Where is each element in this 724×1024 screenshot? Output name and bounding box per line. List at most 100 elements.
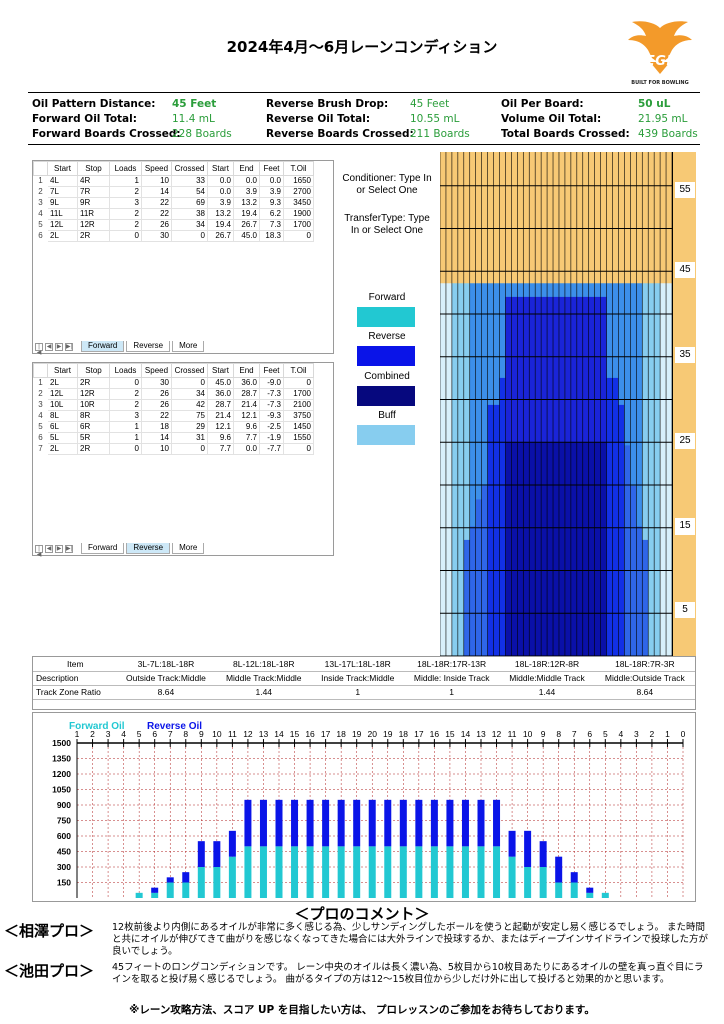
forward-cell[interactable]: 34 [171,219,208,231]
reverse-cell[interactable]: 2R [77,377,110,389]
reverse-cell[interactable]: -1.9 [259,432,284,444]
forward-cell[interactable]: 11L [47,208,78,220]
reverse-cell[interactable]: 0 [109,377,142,389]
reverse-cell[interactable]: 1 [109,432,142,444]
forward-cell[interactable]: 0.0 [207,175,234,187]
forward-header-6[interactable]: End [233,161,260,176]
prev-sheet-icon[interactable]: ◀ [45,544,53,553]
reverse-cell[interactable]: 75 [171,410,208,422]
reverse-cell[interactable]: 12L [47,388,78,400]
forward-cell[interactable]: 13.2 [207,208,234,220]
reverse-cell[interactable]: 6L [47,421,78,433]
reverse-cell[interactable]: 0 [283,443,314,455]
reverse-header-1[interactable]: Stop [77,363,110,378]
forward-cell[interactable]: 2 [109,186,142,198]
reverse-header-7[interactable]: Feet [259,363,284,378]
forward-cell[interactable]: 13.2 [233,197,260,209]
forward-cell[interactable]: 54 [171,186,208,198]
reverse-cell[interactable]: -2.5 [259,421,284,433]
tab-more[interactable]: More [172,341,205,352]
reverse-cell[interactable]: 14 [141,432,172,444]
forward-cell[interactable]: 7R [77,186,110,198]
reverse-cell[interactable]: -7.7 [259,443,284,455]
forward-cell[interactable]: 2 [109,208,142,220]
reverse-cell[interactable]: 2 [109,399,142,411]
reverse-header-8[interactable]: T.Oil [283,363,314,378]
reverse-cell[interactable]: 45.0 [207,377,234,389]
forward-cell[interactable]: 18.3 [259,230,284,242]
reverse-header-0[interactable]: Start [47,363,78,378]
reverse-header-4[interactable]: Crossed [171,363,208,378]
forward-cell[interactable]: 0.0 [207,186,234,198]
forward-cell[interactable]: 9R [77,197,110,209]
next-sheet-icon[interactable]: ▶ [55,544,63,553]
forward-header-5[interactable]: Start [207,161,234,176]
forward-cell[interactable]: 14 [141,186,172,198]
forward-cell[interactable]: 45.0 [233,230,260,242]
forward-cell[interactable]: 7.3 [259,219,284,231]
tab-forward[interactable]: Forward [81,543,125,554]
reverse-cell[interactable]: 7.7 [207,443,234,455]
reverse-cell[interactable]: 22 [141,410,172,422]
forward-cell[interactable]: 0.0 [233,175,260,187]
forward-cell[interactable]: 3.9 [259,186,284,198]
forward-cell[interactable]: 2L [47,230,78,242]
reverse-cell[interactable]: 42 [171,399,208,411]
reverse-cell[interactable]: 9.6 [207,432,234,444]
tab-forward[interactable]: Forward [81,341,125,352]
tab-reverse[interactable]: Reverse [126,543,171,554]
forward-cell[interactable]: 9L [47,197,78,209]
forward-cell[interactable]: 6.2 [259,208,284,220]
forward-cell[interactable]: 7L [47,186,78,198]
forward-cell[interactable]: 26.7 [207,230,234,242]
reverse-cell[interactable]: -9.3 [259,410,284,422]
forward-header-1[interactable]: Stop [77,161,110,176]
reverse-cell[interactable]: 12R [77,388,110,400]
forward-cell[interactable]: 0 [109,230,142,242]
reverse-cell[interactable]: 0 [109,443,142,455]
reverse-cell[interactable]: 28.7 [233,388,260,400]
reverse-cell[interactable]: 6R [77,421,110,433]
reverse-header-5[interactable]: Start [207,363,234,378]
reverse-cell[interactable]: 31 [171,432,208,444]
forward-cell[interactable]: 26.7 [233,219,260,231]
forward-cell[interactable]: 3.9 [207,197,234,209]
reverse-cell[interactable]: 26 [141,399,172,411]
reverse-cell[interactable]: 10 [141,443,172,455]
next-sheet-icon[interactable]: ▶ [55,342,63,351]
forward-cell[interactable]: 2700 [283,186,314,198]
reverse-cell[interactable]: 36.0 [233,377,260,389]
tab-more[interactable]: More [172,543,205,554]
reverse-cell[interactable]: 2 [109,388,142,400]
forward-cell[interactable]: 0.0 [259,175,284,187]
reverse-cell[interactable]: 21.4 [233,399,260,411]
forward-cell[interactable]: 38 [171,208,208,220]
forward-cell[interactable]: 12L [47,219,78,231]
reverse-cell[interactable]: 2L [47,377,78,389]
forward-cell[interactable]: 69 [171,197,208,209]
forward-header-3[interactable]: Speed [141,161,172,176]
reverse-cell[interactable]: 1 [109,421,142,433]
reverse-cell[interactable]: -7.3 [259,399,284,411]
forward-header-0[interactable]: Start [47,161,78,176]
reverse-cell[interactable]: 2100 [283,399,314,411]
reverse-cell[interactable]: 5R [77,432,110,444]
reverse-cell[interactable]: 7.7 [233,432,260,444]
forward-cell[interactable]: 3 [109,197,142,209]
reverse-cell[interactable]: 21.4 [207,410,234,422]
forward-cell[interactable]: 19.4 [233,208,260,220]
reverse-cell[interactable]: 9.6 [233,421,260,433]
reverse-cell[interactable]: 28.7 [207,399,234,411]
reverse-header-2[interactable]: Loads [109,363,142,378]
forward-cell[interactable]: 0 [283,230,314,242]
reverse-cell[interactable]: 3 [109,410,142,422]
forward-header-7[interactable]: Feet [259,161,284,176]
forward-cell[interactable]: 4R [77,175,110,187]
forward-cell[interactable]: 19.4 [207,219,234,231]
forward-cell[interactable]: 3450 [283,197,314,209]
forward-cell[interactable]: 30 [141,230,172,242]
forward-cell[interactable]: 2 [109,219,142,231]
reverse-cell[interactable]: 0 [171,443,208,455]
reverse-cell[interactable]: 1550 [283,432,314,444]
forward-cell[interactable]: 1700 [283,219,314,231]
